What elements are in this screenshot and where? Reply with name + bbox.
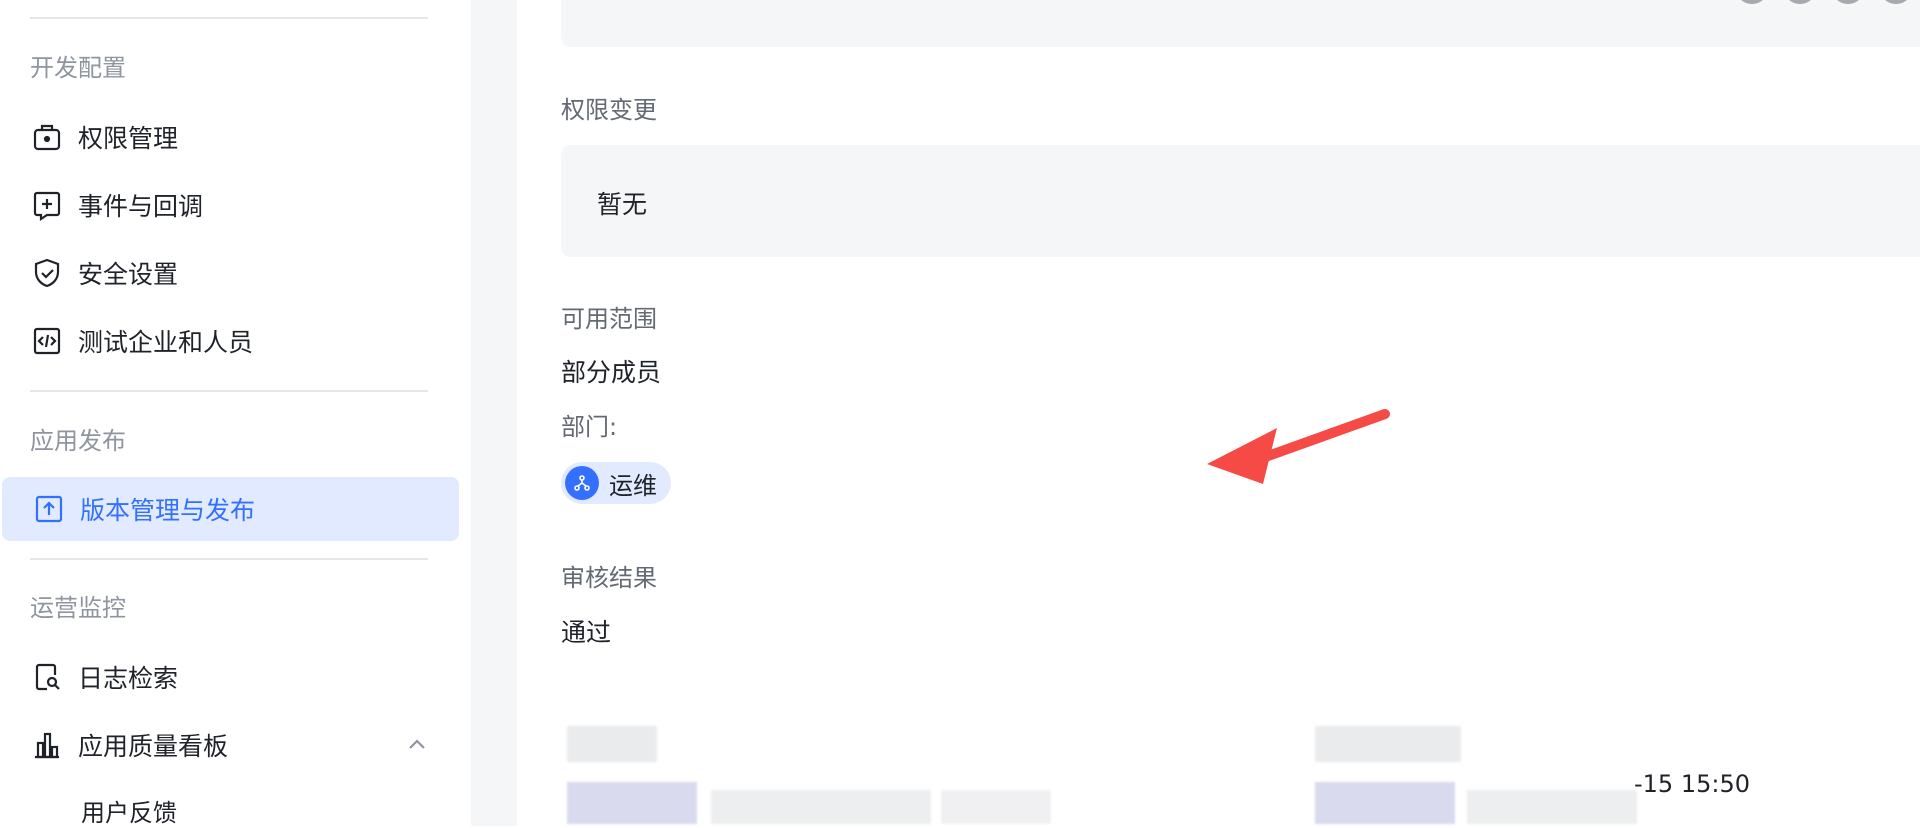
- sidebar-subitem-user-feedback[interactable]: 用户反馈: [81, 798, 177, 828]
- sidebar-item-permissions[interactable]: 权限管理: [0, 105, 457, 169]
- avatar: [1831, 0, 1865, 4]
- sidebar-item-test-org[interactable]: 测试企业和人员: [0, 309, 457, 373]
- timestamp: -15 15:50: [1634, 770, 1750, 798]
- section-label-operations: 运营监控: [30, 594, 126, 622]
- scope-value: 部分成员: [561, 358, 662, 387]
- department-tag-label: 运维: [609, 471, 657, 500]
- upload-square-icon: [32, 492, 66, 526]
- doc-search-icon: [30, 660, 64, 694]
- review-result-label: 审核结果: [561, 564, 657, 592]
- content-gutter: [471, 0, 517, 826]
- sidebar-item-label: 安全设置: [78, 260, 179, 289]
- sidebar-item-security[interactable]: 安全设置: [0, 241, 457, 305]
- section-label-dev-config: 开发配置: [30, 54, 126, 82]
- department-label: 部门:: [561, 413, 618, 441]
- code-square-icon: [30, 324, 64, 358]
- scope-label: 可用范围: [561, 305, 657, 333]
- chevron-up-icon[interactable]: [405, 733, 429, 757]
- annotation-arrow-icon: [1207, 409, 1390, 484]
- avatar: [1879, 0, 1913, 4]
- sidebar-item-label: 测试企业和人员: [78, 328, 254, 357]
- main-content: 权限变更 暂无 可用范围 部分成员 部门: 运维 审核结果 通过 -15 15:…: [517, 0, 1920, 826]
- avatar: [1735, 0, 1769, 4]
- avatar: [1783, 0, 1817, 4]
- permission-change-label: 权限变更: [561, 96, 657, 124]
- org-tree-icon: [565, 466, 599, 500]
- sidebar-item-events[interactable]: 事件与回调: [0, 173, 457, 237]
- sidebar: 开发配置 权限管理 事件与回调 安全设置 测试企业和人员 应用发布 版本管理与发…: [0, 0, 472, 828]
- divider: [30, 17, 428, 19]
- department-tag[interactable]: 运维: [561, 462, 671, 504]
- avatar-group: [1735, 0, 1920, 4]
- sidebar-item-label: 权限管理: [78, 124, 179, 153]
- section-label-app-release: 应用发布: [30, 427, 126, 455]
- shield-check-icon: [30, 256, 64, 290]
- divider: [30, 558, 428, 560]
- review-result-value: 通过: [561, 618, 612, 647]
- sidebar-item-version-release[interactable]: 版本管理与发布: [2, 477, 459, 541]
- redacted-info-region: [561, 690, 1641, 826]
- sidebar-item-label: 日志检索: [78, 664, 179, 693]
- sidebar-item-label: 版本管理与发布: [80, 496, 256, 525]
- sidebar-item-log-search[interactable]: 日志检索: [0, 645, 457, 709]
- briefcase-lock-icon: [30, 120, 64, 154]
- sidebar-item-label: 事件与回调: [78, 192, 204, 221]
- permission-change-value: 暂无: [597, 190, 648, 219]
- info-card-top: [561, 0, 1920, 47]
- sidebar-item-quality-dashboard[interactable]: 应用质量看板: [0, 713, 457, 777]
- sidebar-item-label: 应用质量看板: [78, 732, 229, 761]
- bar-chart-icon: [30, 728, 64, 762]
- divider: [30, 390, 428, 392]
- permission-change-card: 暂无: [561, 145, 1920, 257]
- plus-square-icon: [30, 188, 64, 222]
